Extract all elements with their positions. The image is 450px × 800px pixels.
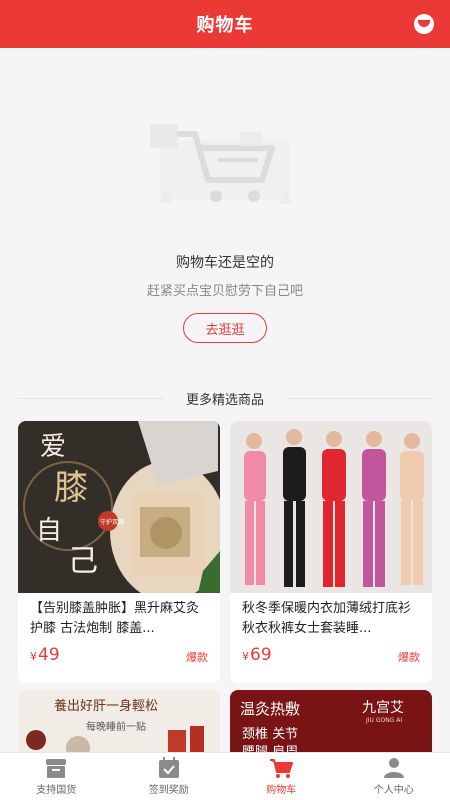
bottom-tab-bar: 支持国货 签到奖励 购物车 个人中心 <box>0 752 450 800</box>
image-text-ji: 己 <box>68 544 98 579</box>
product-name: 【告别膝盖肿胀】黑升麻艾灸护膝 古法炮制 膝盖... <box>30 601 200 636</box>
svg-text:養出好肝一身輕松: 養出好肝一身輕松 <box>54 698 158 714</box>
svg-text:温灸热敷: 温灸热敷 <box>240 700 300 718</box>
tab-label: 签到奖励 <box>148 785 189 796</box>
product-card-moxibustion[interactable]: 温灸热敷 九宫艾 JIU GONG AI 颈椎 关节 腰腿 肩周 <box>230 690 432 760</box>
product-card-thermal-underwear[interactable]: 秋冬季保暖内衣加薄绒打底衫秋衣秋裤女士套装睡... ¥69 爆款 <box>230 421 432 683</box>
hot-tag: 爆款 <box>186 651 208 664</box>
divider-right <box>286 398 432 399</box>
image-text-ai: 爱 <box>40 432 66 462</box>
shop-icon <box>46 759 67 778</box>
empty-cart-subtitle: 赶紧买点宝贝慰劳下自己吧 <box>146 284 303 299</box>
product-card-liver-patch[interactable]: 養出好肝一身輕松 每晚睡前一贴 <box>18 690 220 760</box>
hot-tag: 爆款 <box>398 651 420 664</box>
product-name: 秋冬季保暖内衣加薄绒打底衫秋衣秋裤女士套装睡... <box>242 601 412 636</box>
page-title: 购物车 <box>196 15 254 36</box>
image-text-seal: 守护双膝 <box>100 518 124 526</box>
svg-text:JIU GONG AI: JIU GONG AI <box>365 717 402 724</box>
currency-symbol: ¥ <box>30 650 37 663</box>
product-image-moxibustion: 温灸热敷 九宫艾 JIU GONG AI 颈椎 关节 腰腿 肩周 <box>230 690 432 760</box>
tab-support-domestic[interactable]: 支持国货 <box>0 753 113 800</box>
product-image-knee-pad: 爱 膝 自 己 守护双膝 <box>18 421 220 593</box>
cart-icon <box>270 759 294 778</box>
product-price: ¥69 <box>242 645 272 665</box>
product-image-thermal-underwear <box>230 421 432 593</box>
image-text-zi: 自 <box>36 516 62 546</box>
svg-text:颈椎 关节: 颈椎 关节 <box>242 727 298 742</box>
go-shopping-button[interactable]: 去逛逛 <box>183 313 267 343</box>
message-icon[interactable] <box>414 14 434 34</box>
image-text-xi: 膝 <box>54 468 88 508</box>
calendar-check-icon <box>158 757 179 778</box>
tab-cart[interactable]: 购物车 <box>225 753 338 800</box>
price-value: 49 <box>38 645 60 665</box>
product-price: ¥49 <box>30 645 60 665</box>
product-card-knee-pad[interactable]: 爱 膝 自 己 守护双膝 【告别膝盖肿胀】黑升麻艾灸护膝 古法炮制 膝盖... … <box>18 421 220 683</box>
tab-label: 购物车 <box>266 785 297 796</box>
price-value: 69 <box>250 645 272 665</box>
tab-label: 支持国货 <box>36 785 77 796</box>
top-bar: 购物车 <box>0 0 450 48</box>
svg-text:九宫艾: 九宫艾 <box>362 700 404 716</box>
empty-cart-illustration <box>150 124 292 204</box>
product-image-liver-patch: 養出好肝一身輕松 每晚睡前一贴 <box>18 690 220 760</box>
svg-text:每晚睡前一贴: 每晚睡前一贴 <box>86 720 146 733</box>
currency-symbol: ¥ <box>242 650 249 663</box>
user-icon <box>383 758 404 778</box>
empty-cart-title: 购物车还是空的 <box>176 255 274 271</box>
tab-profile[interactable]: 个人中心 <box>338 753 450 800</box>
tab-checkin-rewards[interactable]: 签到奖励 <box>113 753 226 800</box>
tab-label: 个人中心 <box>373 785 414 796</box>
